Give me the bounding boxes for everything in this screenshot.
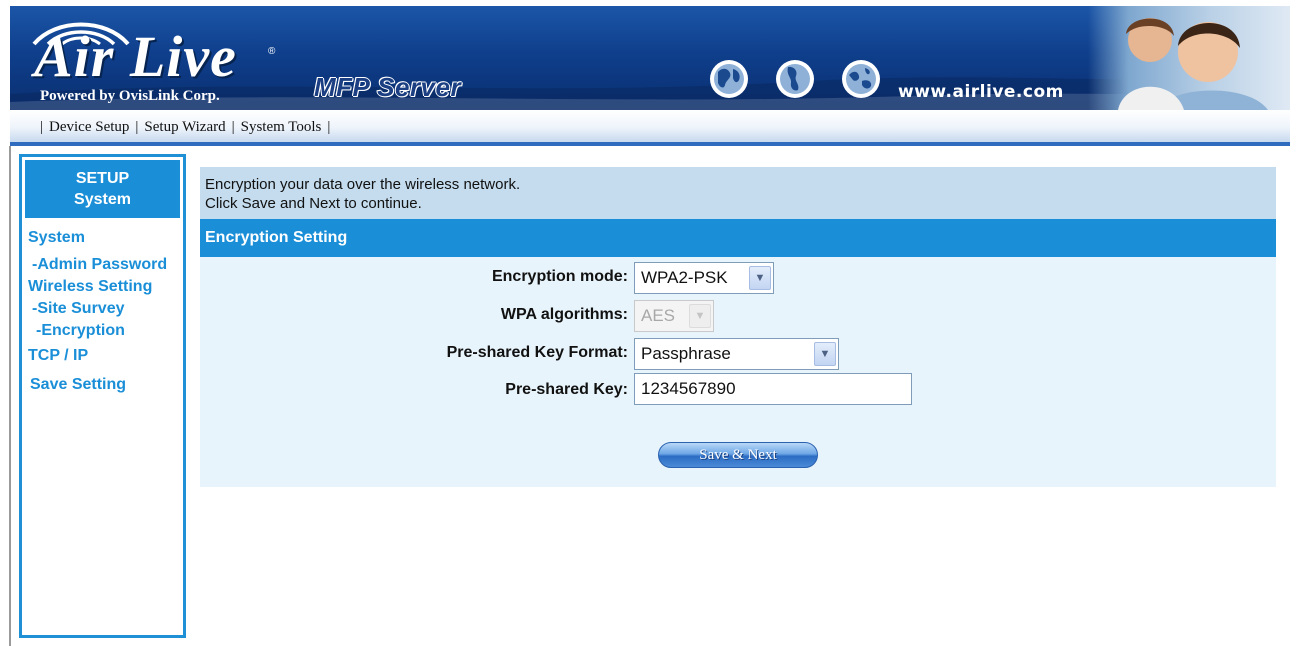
globe-icon bbox=[710, 60, 748, 98]
nav-system-tools[interactable]: System Tools bbox=[241, 119, 322, 135]
intro-text-line1: Encryption your data over the wireless n… bbox=[205, 176, 521, 193]
powered-by-text: Powered by OvisLink Corp. bbox=[40, 88, 220, 104]
intro-panel: Encryption your data over the wireless n… bbox=[200, 167, 1276, 219]
encryption-form: Encryption mode: WPA2-PSK ▼ WPA algorith… bbox=[200, 257, 1276, 487]
website-link[interactable]: www.airlive.com bbox=[898, 82, 1064, 102]
nav-setup-wizard[interactable]: Setup Wizard bbox=[144, 119, 225, 135]
header-photo bbox=[1088, 6, 1290, 110]
nav-separator: | bbox=[135, 119, 139, 135]
nav-separator: | bbox=[40, 119, 44, 135]
section-title: Encryption Setting bbox=[200, 219, 1276, 257]
key-format-label: Pre-shared Key Format: bbox=[446, 344, 628, 361]
airlive-logo: Air Live bbox=[34, 24, 237, 89]
chevron-down-icon[interactable]: ▼ bbox=[749, 266, 771, 290]
wpa-algorithms-value: AES bbox=[641, 306, 676, 325]
sidebar: SETUP System System -Admin Password Wire… bbox=[19, 154, 186, 638]
sidebar-header-system: System bbox=[74, 191, 131, 208]
encryption-mode-label: Encryption mode: bbox=[491, 268, 628, 285]
save-next-button[interactable]: Save & Next bbox=[658, 442, 818, 468]
chevron-down-icon[interactable]: ▼ bbox=[814, 342, 836, 366]
key-format-value: Passphrase bbox=[641, 344, 731, 363]
sidebar-header: SETUP System bbox=[25, 160, 180, 218]
sidebar-item-encryption[interactable]: -Encryption bbox=[36, 322, 125, 340]
globe-icon bbox=[842, 60, 880, 98]
encryption-mode-value: WPA2-PSK bbox=[641, 268, 728, 287]
pre-shared-key-input[interactable] bbox=[634, 373, 912, 405]
chevron-down-icon: ▼ bbox=[689, 304, 711, 328]
registered-mark: ® bbox=[268, 46, 276, 57]
nav-device-setup[interactable]: Device Setup bbox=[49, 119, 129, 135]
sidebar-item-tcp-ip[interactable]: TCP / IP bbox=[28, 347, 88, 365]
sidebar-header-setup: SETUP bbox=[75, 170, 130, 187]
wpa-algorithms-select: AES ▼ bbox=[634, 300, 714, 332]
nav-separator: | bbox=[231, 119, 235, 135]
pre-shared-key-label: Pre-shared Key: bbox=[505, 381, 628, 398]
sidebar-item-site-survey[interactable]: -Site Survey bbox=[32, 300, 124, 318]
product-title: MFP Server bbox=[314, 72, 462, 102]
wpa-algorithms-label: WPA algorithms: bbox=[500, 306, 628, 323]
family-photo-illustration bbox=[1118, 18, 1268, 110]
top-navigation: | Device Setup | Setup Wizard | System Tools | bbox=[10, 110, 1290, 146]
intro-text-line2: Click Save and Next to continue. bbox=[205, 195, 422, 212]
encryption-mode-select[interactable]: WPA2-PSK ▼ bbox=[634, 262, 774, 294]
sidebar-item-wireless-setting[interactable]: Wireless Setting bbox=[28, 278, 152, 296]
globe-icon bbox=[776, 60, 814, 98]
key-format-select[interactable]: Passphrase ▼ bbox=[634, 338, 839, 370]
sidebar-item-admin-password[interactable]: -Admin Password bbox=[32, 256, 167, 274]
sidebar-item-system[interactable]: System bbox=[28, 229, 85, 247]
header-banner: Air Live ® Powered by OvisLink Corp. MFP… bbox=[10, 6, 1290, 110]
sidebar-item-save-setting[interactable]: Save Setting bbox=[30, 376, 126, 394]
page-left-border bbox=[9, 146, 11, 646]
nav-links: | Device Setup | Setup Wizard | System Tools | bbox=[34, 119, 336, 136]
nav-separator: | bbox=[327, 119, 331, 135]
